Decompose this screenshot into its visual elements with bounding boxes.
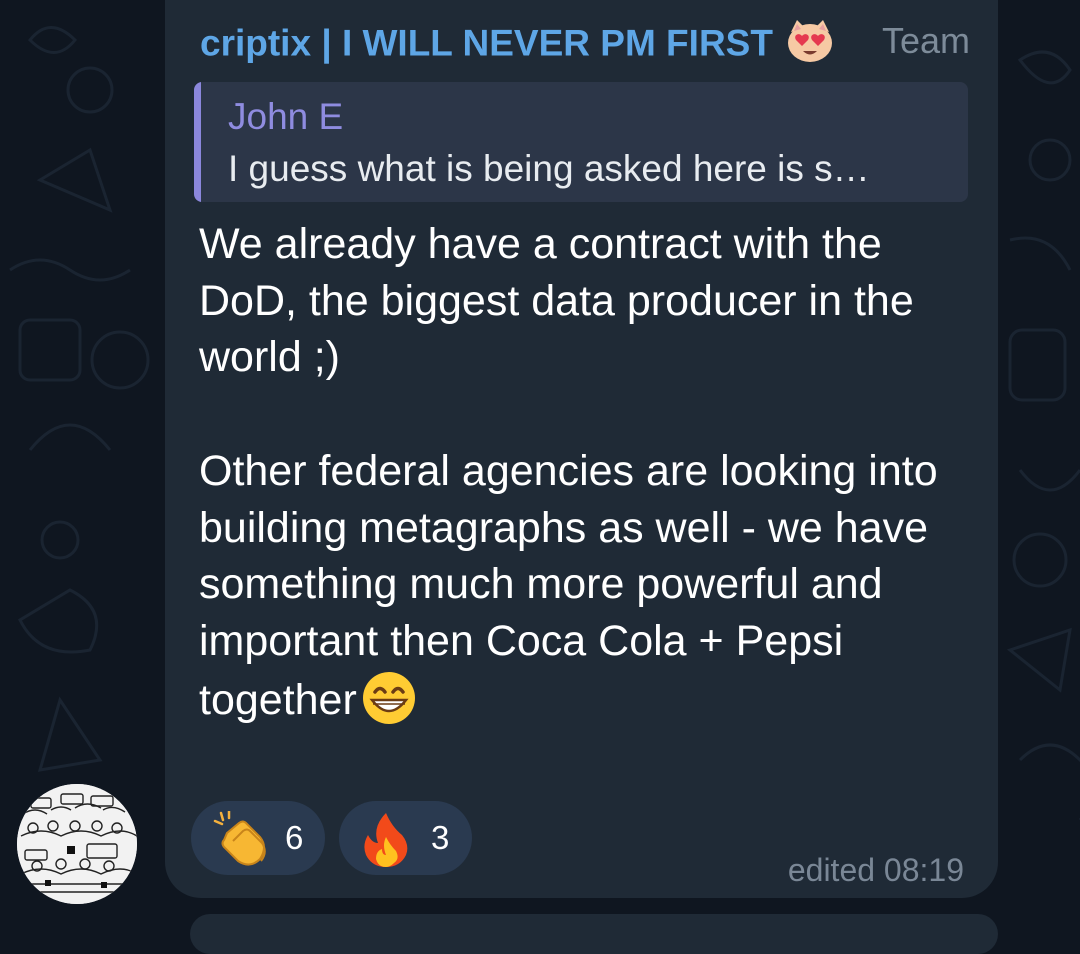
message-paragraph-text: Other federal agencies are looking into … [199, 446, 938, 724]
next-message-bubble[interactable] [190, 914, 998, 954]
reaction-count: 6 [285, 819, 304, 856]
reaction-fire[interactable]: 3 [339, 801, 472, 875]
reaction-count: 3 [431, 819, 450, 856]
sender-name[interactable]: criptix | I WILL NEVER PM FIRST [200, 23, 773, 64]
avatar[interactable] [17, 784, 137, 904]
reaction-clap[interactable]: 6 [191, 801, 325, 875]
message-header: criptix | I WILL NEVER PM FIRST Team [200, 18, 980, 64]
edited-timestamp: edited 08:19 [787, 852, 964, 888]
message-paragraph: Other federal agencies are looking into … [199, 443, 959, 741]
heart-eyes-face-icon [785, 18, 835, 69]
reply-preview[interactable]: John E I guess what is being asked here … [194, 82, 968, 202]
grinning-face-icon [361, 670, 417, 741]
reply-text: I guess what is being asked here is s… [228, 148, 870, 189]
reply-accent-bar [194, 82, 201, 202]
message-text: We already have a contract with the DoD,… [199, 216, 959, 740]
clapping-hands-icon [213, 809, 271, 872]
reply-author: John E [228, 96, 344, 137]
fire-icon [361, 811, 411, 872]
message-paragraph: We already have a contract with the DoD,… [199, 220, 914, 382]
member-role-label: Team [881, 20, 970, 61]
